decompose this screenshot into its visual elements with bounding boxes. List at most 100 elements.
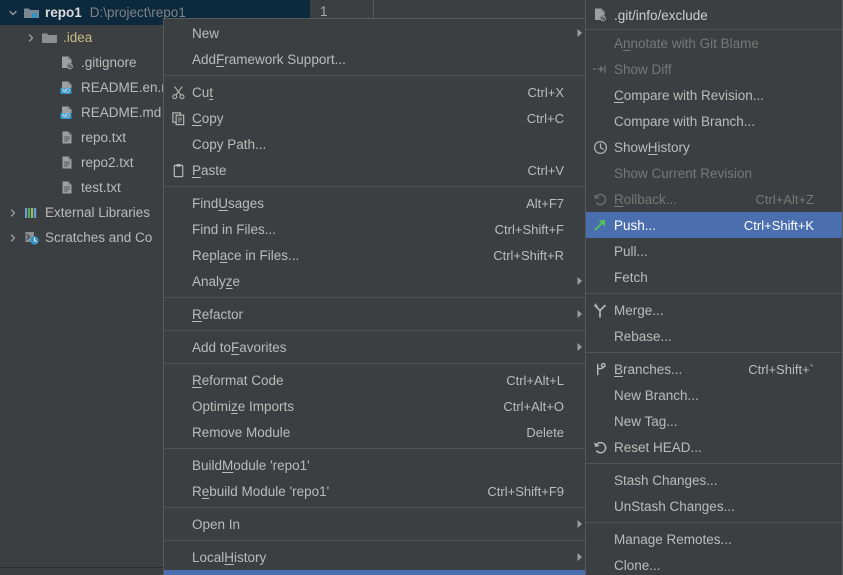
menu-item-new-tag[interactable]: New Tag... xyxy=(586,408,842,434)
menu-separator xyxy=(164,75,592,76)
gitignore-file-icon xyxy=(57,54,77,72)
menu-item-optimize-imports[interactable]: Optimi z e Imports Ctrl+Alt+O xyxy=(164,393,592,419)
git-submenu-header: .git/info/exclude xyxy=(586,1,842,29)
menu-item-label: Reformat Code xyxy=(192,372,284,388)
menu-item-manage-remotes[interactable]: Manage Remotes... xyxy=(586,526,842,552)
menu-item-analyze[interactable]: Analy z e xyxy=(164,268,592,294)
menu-item-open-in[interactable]: Open In xyxy=(164,511,592,537)
menu-item-shortcut: Ctrl+Alt+Z xyxy=(755,191,814,207)
menu-item-label: Refactor xyxy=(192,306,244,322)
menu-item-compare-with-branch[interactable]: Compare with Branch... xyxy=(586,108,842,134)
menu-item-label: Add Framework Support... xyxy=(192,51,346,67)
menu-item-add-to-favorites[interactable]: Add to Favorites xyxy=(164,334,592,360)
menu-item-cut[interactable]: Cu t Ctrl+X xyxy=(164,79,592,105)
menu-item-copy-path[interactable]: Copy Path... xyxy=(164,131,592,157)
menu-item-find-in-files[interactable]: Find in Files... Ctrl+Shift+F xyxy=(164,216,592,242)
scratches-icon xyxy=(21,229,41,247)
menu-item-label: Analy z e xyxy=(192,273,241,289)
menu-item-label: Copy xyxy=(192,110,224,126)
menu-item-replace-in-files[interactable]: Repl a ce in Files... Ctrl+Shift+R xyxy=(164,242,592,268)
chevron-down-icon[interactable] xyxy=(4,8,21,18)
menu-item-shortcut: Ctrl+Shift+R xyxy=(493,247,564,263)
tree-item-label: README.en.m xyxy=(81,79,173,95)
menu-item-label: New Branch... xyxy=(614,387,699,403)
merge-icon xyxy=(586,302,614,318)
menu-item-add-framework-support[interactable]: Add Framework Support... xyxy=(164,46,592,72)
menu-item-label: Compare with Branch... xyxy=(614,113,756,129)
menu-item-label: Remove Module xyxy=(192,424,291,440)
menu-item-local-history[interactable]: Local History xyxy=(164,544,592,570)
context-menu[interactable]: New Add Framework Support... Cu t Ctrl+X Copy… xyxy=(163,18,593,575)
menu-item-build-module-repo1[interactable]: Build Module 'repo1' xyxy=(164,452,592,478)
tree-item-label: README.md xyxy=(81,104,162,120)
menu-item-new[interactable]: New xyxy=(164,20,592,46)
clipboard-icon xyxy=(164,163,192,178)
menu-item-annotate-with-git-blame: An notate with Git Blame xyxy=(586,30,842,56)
menu-item-shortcut: Ctrl+Shift+K xyxy=(743,217,814,233)
svg-text:MD: MD xyxy=(62,113,70,119)
tree-item-label: repo2.txt xyxy=(81,154,134,170)
menu-item-label: Re build Module 'repo1' xyxy=(192,483,330,499)
menu-item-label: Add to Favorites xyxy=(192,339,287,355)
menu-item-label: An notate with Git Blame xyxy=(614,35,759,51)
menu-item-pull[interactable]: Pull... xyxy=(586,238,842,264)
menu-item-rollback: Rollback... Ctrl+Alt+Z xyxy=(586,186,842,212)
app-root: repo1 D:\project\repo1 .idea .gitignore MD RE… xyxy=(0,0,843,575)
menu-item-label: Show Diff xyxy=(614,61,672,77)
menu-item-shortcut: Ctrl+X xyxy=(527,84,564,100)
menu-item-shortcut: Ctrl+V xyxy=(527,162,564,178)
menu-item-copy[interactable]: Copy Ctrl+C xyxy=(164,105,592,131)
menu-item-label: Rollback... xyxy=(614,191,678,207)
menu-item-shortcut: Ctrl+Shift+F xyxy=(494,221,564,237)
menu-item-show-history[interactable]: Show History xyxy=(586,134,842,160)
menu-separator xyxy=(586,522,842,523)
tree-item-label: repo.txt xyxy=(81,129,127,145)
chevron-right-icon[interactable] xyxy=(4,233,21,243)
menu-item-unstash-changes[interactable]: UnStash Changes... xyxy=(586,493,842,519)
menu-item-reset-head[interactable]: Reset HEAD... xyxy=(586,434,842,460)
menu-item-label: Pull... xyxy=(614,243,648,259)
menu-item-label: New xyxy=(192,25,220,41)
menu-item-shortcut: Alt+F7 xyxy=(526,195,564,211)
menu-item-rebuild-module-repo1[interactable]: Re build Module 'repo1' Ctrl+Shift+F9 xyxy=(164,478,592,504)
menu-item-label: Repl a ce in Files... xyxy=(192,247,300,263)
menu-item-label: Show History xyxy=(614,139,690,155)
menu-item-shortcut: Delete xyxy=(526,424,564,440)
menu-item-refactor[interactable]: Refactor xyxy=(164,301,592,327)
menu-item-show-current-revision: Show Current Revision xyxy=(586,160,842,186)
menu-item-label: Fetch xyxy=(614,269,648,285)
git-submenu[interactable]: .git/info/exclude An notate with Git Blame… xyxy=(585,0,843,575)
menu-item-find-usages[interactable]: Find Usages Alt+F7 xyxy=(164,190,592,216)
tree-item-label: External Libraries xyxy=(45,204,151,220)
menu-separator xyxy=(164,330,592,331)
menu-item-push[interactable]: Push... Ctrl+Shift+K xyxy=(586,212,842,238)
markdown-file-icon: MD xyxy=(57,104,77,122)
menu-item-merge[interactable]: Merge... xyxy=(586,297,842,323)
menu-item-compare-with-revision[interactable]: Compare with Revision... xyxy=(586,82,842,108)
menu-item-branches[interactable]: Branches... Ctrl+Shift+` xyxy=(586,356,842,382)
menu-item-label: Show Current Revision xyxy=(614,165,753,181)
text-file-icon xyxy=(57,154,77,172)
chevron-right-icon[interactable] xyxy=(22,33,39,43)
menu-separator xyxy=(164,186,592,187)
menu-item-label: Rebase... xyxy=(614,328,672,344)
text-file-icon xyxy=(57,129,77,147)
menu-item-reformat-code[interactable]: Reformat Code Ctrl+Alt+L xyxy=(164,367,592,393)
panel-bottom-divider xyxy=(0,567,163,568)
menu-item-label: Clone... xyxy=(614,557,661,573)
menu-item-paste[interactable]: Paste Ctrl+V xyxy=(164,157,592,183)
menu-item-remove-module[interactable]: Remove Module Delete xyxy=(164,419,592,445)
svg-text:MD: MD xyxy=(62,88,70,94)
menu-item-label: Cu t xyxy=(192,84,214,100)
menu-item-new-branch[interactable]: New Branch... xyxy=(586,382,842,408)
menu-item-stash-changes[interactable]: Stash Changes... xyxy=(586,467,842,493)
menu-item-label: Find Usages xyxy=(192,195,265,211)
tree-item-label: .idea xyxy=(63,29,93,45)
menu-item-clone[interactable]: Clone... xyxy=(586,552,842,575)
chevron-right-icon[interactable] xyxy=(4,208,21,218)
menu-item-rebase[interactable]: Rebase... xyxy=(586,323,842,349)
menu-item-git[interactable]: Git xyxy=(164,570,592,575)
menu-item-label: Push... xyxy=(614,217,657,233)
menu-separator xyxy=(586,352,842,353)
menu-item-fetch[interactable]: Fetch xyxy=(586,264,842,290)
